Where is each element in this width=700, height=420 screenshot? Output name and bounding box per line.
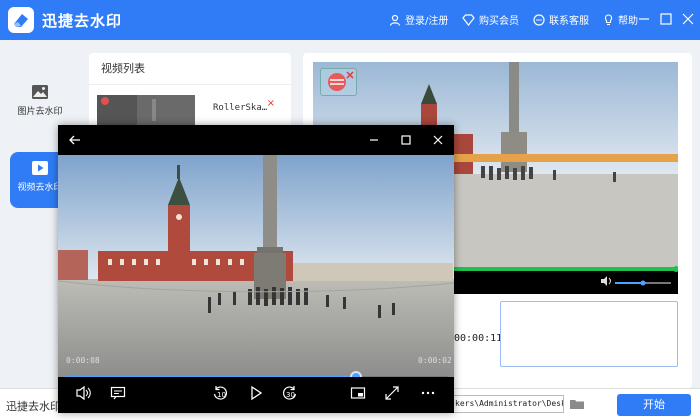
login-button[interactable]: 登录/注册 (389, 12, 448, 27)
skip-forward-seconds: 30 (286, 391, 295, 399)
minimize-icon[interactable] (637, 12, 651, 26)
buy-vip-label: 购买会员 (479, 16, 519, 27)
player-remaining-time: 0:00:02 (418, 356, 452, 365)
sidebar-item-image-watermark[interactable]: 图片去水印 (10, 76, 70, 132)
play-icon[interactable] (248, 385, 264, 401)
output-path-input[interactable]: kers\Administrator\Desktop (452, 395, 564, 413)
picture-in-picture-icon[interactable] (350, 385, 366, 401)
app-title: 迅捷去水印 (42, 12, 123, 30)
user-icon (389, 14, 401, 26)
player-current-time: 0:00:08 (66, 356, 100, 365)
contact-support-label: 联系客服 (549, 16, 589, 27)
volume-slider[interactable] (615, 282, 643, 284)
video-list-header: 视频列表 (89, 53, 291, 85)
image-icon (32, 85, 48, 99)
list-item[interactable]: RollerSka… × (97, 95, 285, 125)
chat-icon (533, 13, 545, 26)
title-bar: 迅捷去水印 登录/注册 购买会员 联系客服 帮助 (0, 0, 700, 40)
player-close-icon[interactable] (431, 133, 445, 147)
folder-icon[interactable] (568, 395, 586, 413)
contact-support-button[interactable]: 联系客服 (533, 12, 589, 27)
close-icon[interactable] (681, 12, 695, 26)
back-arrow-icon[interactable] (68, 133, 82, 147)
video-thumbnail (97, 95, 195, 125)
bottom-brand-label: 迅捷去水印 (6, 400, 61, 413)
player-minimize-icon[interactable] (367, 133, 381, 147)
watermark-text-box[interactable] (500, 301, 678, 367)
video-player-window: 0:00:08 0:00:02 10 30 (58, 125, 454, 413)
sidebar-item-label: 视频去水印 (17, 183, 63, 193)
player-volume-icon[interactable] (76, 385, 92, 401)
sidebar-item-label: 图片去水印 (17, 107, 63, 117)
fullscreen-icon[interactable] (384, 385, 400, 401)
login-label: 登录/注册 (405, 16, 449, 27)
maximize-icon[interactable] (659, 12, 673, 26)
help-label: 帮助 (618, 16, 638, 27)
player-title-bar (58, 125, 454, 155)
preview-timecode: 00:00:11 (454, 333, 503, 344)
skip-back-seconds: 10 (217, 391, 226, 399)
help-button[interactable]: 帮助 (603, 12, 638, 27)
delete-icon[interactable]: × (267, 98, 275, 109)
buy-vip-button[interactable]: 购买会员 (462, 12, 519, 27)
more-options-icon[interactable] (420, 385, 436, 401)
watermark-selection-box[interactable] (320, 68, 357, 96)
video-play-icon (32, 161, 48, 175)
player-video-frame[interactable] (58, 155, 454, 377)
subtitles-icon[interactable] (110, 385, 126, 401)
app-logo-icon (8, 7, 34, 33)
player-controls: 10 30 (58, 377, 454, 413)
start-button[interactable]: 开始 (617, 394, 691, 416)
player-maximize-icon[interactable] (399, 133, 413, 147)
lightbulb-icon (604, 13, 613, 25)
diamond-icon (462, 13, 475, 26)
file-name: RollerSka… (213, 103, 268, 113)
